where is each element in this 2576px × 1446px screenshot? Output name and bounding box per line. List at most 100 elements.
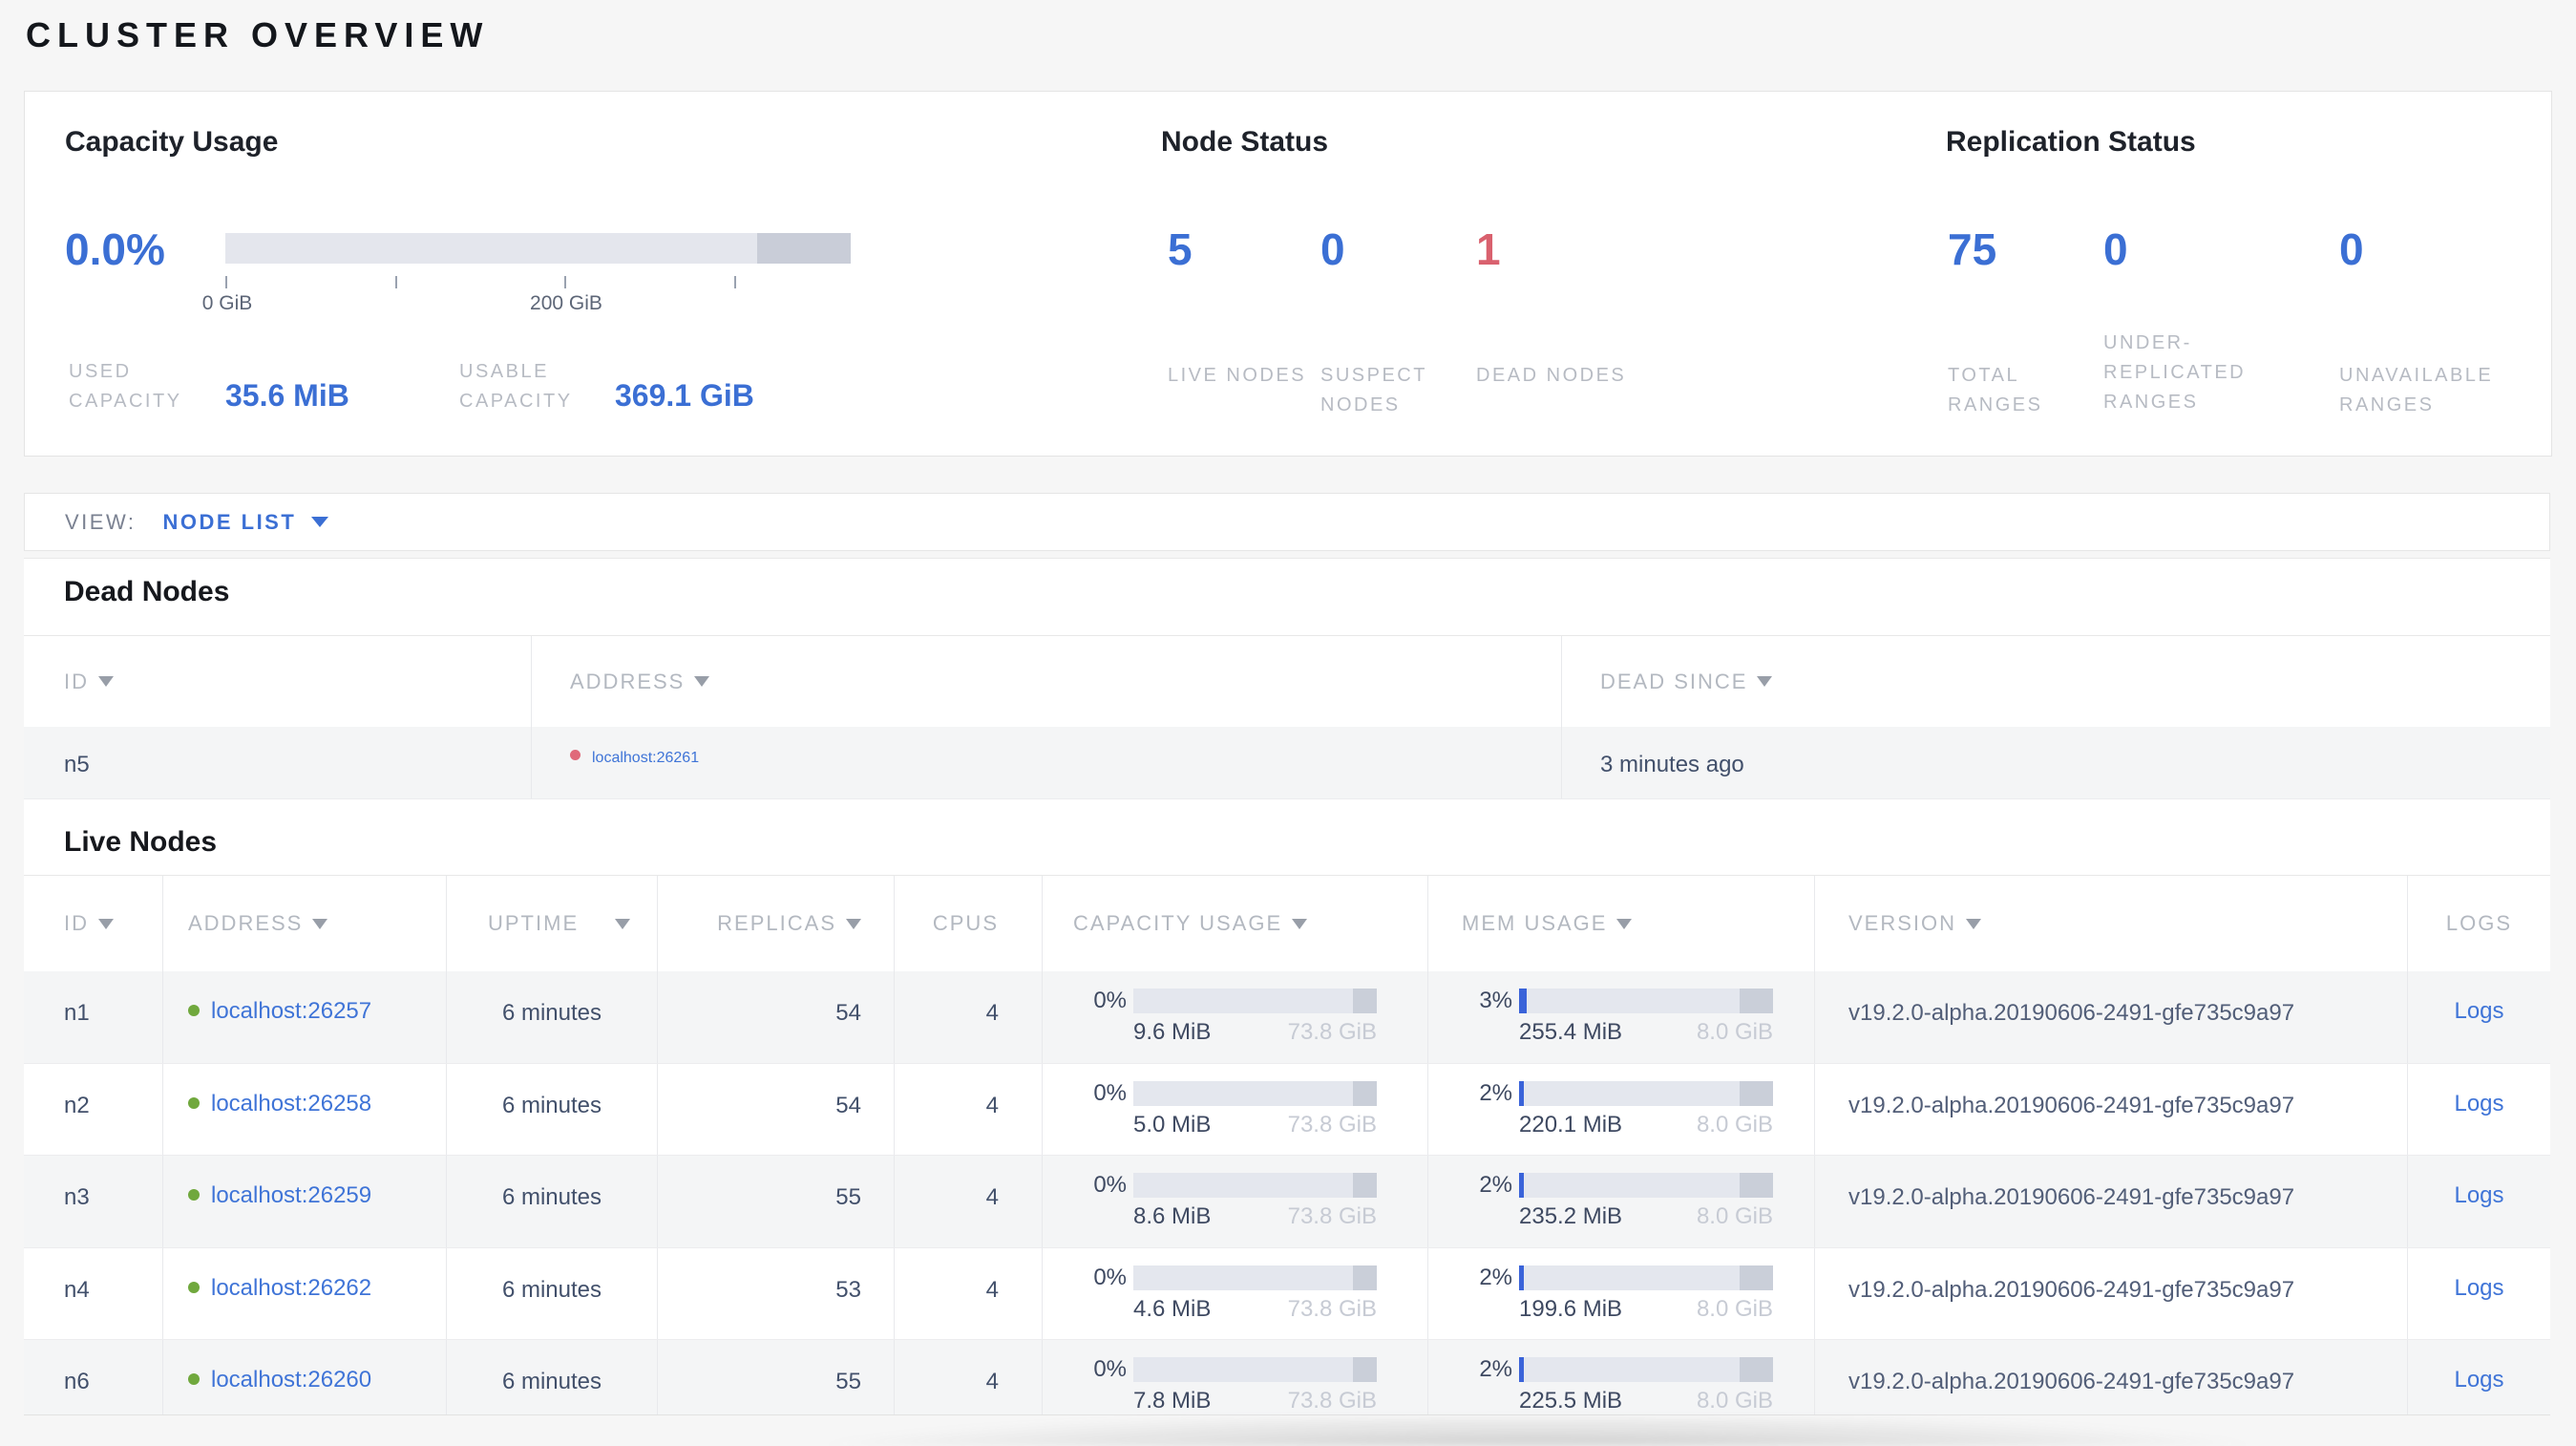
mem-used-segment (1519, 1173, 1525, 1198)
replicas-cell: 55 (657, 1340, 894, 1414)
live-nodes-count: 5 (1168, 224, 1193, 274)
mem-percent-label: 3% (1479, 988, 1512, 1013)
mem-usage-cell: 3% 255.4 MiB 8.0 GiB (1427, 971, 1814, 1063)
node-dead-icon (570, 750, 581, 760)
mem-usage-cell: 2% 220.1 MiB 8.0 GiB (1427, 1063, 1814, 1155)
mem-used-segment (1519, 1357, 1525, 1382)
capacity-usage-bar (1133, 1080, 1377, 1106)
version-cell: v19.2.0-alpha.20190606-2491-gfe735c9a97 (1814, 1247, 2407, 1339)
replication-status-title: Replication Status (1946, 126, 2196, 158)
node-address-cell: localhost:26260 (162, 1340, 446, 1414)
capacity-usage-bar (1133, 1173, 1377, 1198)
view-selector-dropdown[interactable]: NODE LIST (162, 510, 329, 535)
mem-usage-bar (1519, 1080, 1773, 1106)
node-address-link[interactable]: localhost:26261 (592, 750, 699, 766)
under-replicated-label: UNDER-REPLICATED RANGES (2103, 332, 2247, 413)
node-address-link[interactable]: localhost:26260 (211, 1367, 371, 1393)
capacity-used-value: 4.6 MiB (1133, 1295, 1212, 1322)
node-address-cell: localhost:26259 (162, 1156, 446, 1247)
mem-usage-bar (1519, 1357, 1773, 1382)
capacity-usage-cell: 0% 8.6 MiB 73.8 GiB (1042, 1156, 1427, 1247)
sort-desc-icon (1757, 676, 1773, 687)
capacity-total-value: 73.8 GiB (1287, 1019, 1377, 1045)
logs-link[interactable]: Logs (2454, 1275, 2503, 1301)
capacity-usage-bar (1133, 1265, 1377, 1290)
mem-used-value: 235.2 MiB (1519, 1203, 1623, 1229)
capacity-usage-title: Capacity Usage (65, 126, 279, 158)
live-nodes-table: ID ADDRESS UPTIME REPLICAS CPUS CAPACITY… (24, 875, 2550, 1414)
node-address-link[interactable]: localhost:26259 (211, 1182, 371, 1208)
node-address-cell: localhost:26257 (162, 971, 446, 1063)
mem-reserved-segment (1740, 1080, 1773, 1106)
cpus-cell: 4 (894, 971, 1042, 1063)
capacity-total-value: 73.8 GiB (1287, 1111, 1377, 1138)
axis-tick (225, 276, 227, 288)
logs-link[interactable]: Logs (2454, 998, 2503, 1024)
node-live-icon (188, 1096, 200, 1109)
capacity-total-value: 73.8 GiB (1287, 1295, 1377, 1322)
column-header-uptime[interactable]: UPTIME (446, 876, 657, 971)
live-nodes-label: LIVE NODES (1168, 365, 1307, 386)
column-header-version[interactable]: VERSION (1814, 876, 2407, 971)
mem-usage-cell: 2% 199.6 MiB 8.0 GiB (1427, 1247, 1814, 1339)
sort-desc-icon (98, 676, 114, 687)
mem-used-value: 225.5 MiB (1519, 1388, 1623, 1414)
replicas-cell: 55 (657, 1156, 894, 1247)
node-address-link[interactable]: localhost:26258 (211, 1091, 371, 1116)
column-header-capacity-usage[interactable]: CAPACITY USAGE (1042, 876, 1427, 971)
node-address-cell: localhost:26258 (162, 1063, 446, 1155)
capacity-usage-cell: 0% 9.6 MiB 73.8 GiB (1042, 971, 1427, 1063)
node-id-cell: n1 (64, 1000, 90, 1026)
logs-link[interactable]: Logs (2454, 1182, 2503, 1208)
axis-tick-label: 200 GiB (530, 292, 602, 314)
node-id-cell: n2 (64, 1092, 90, 1118)
mem-used-segment (1519, 1265, 1525, 1290)
cpus-cell: 4 (894, 1340, 1042, 1414)
capacity-usage-cell: 0% 4.6 MiB 73.8 GiB (1042, 1247, 1427, 1339)
replicas-cell: 54 (657, 971, 894, 1063)
total-ranges-label: TOTAL RANGES (1948, 365, 2043, 415)
logs-cell: Logs (2407, 1156, 2550, 1247)
column-header-address[interactable]: ADDRESS (162, 876, 446, 971)
mem-reserved-segment (1740, 1265, 1773, 1290)
live-nodes-header-row: ID ADDRESS UPTIME REPLICAS CPUS CAPACITY… (24, 876, 2550, 971)
table-row: n2 localhost:26258 6 minutes 54 4 0% 5.0… (24, 1063, 2550, 1156)
replicas-cell: 54 (657, 1063, 894, 1155)
mem-percent-label: 2% (1479, 1356, 1512, 1382)
mem-used-value: 220.1 MiB (1519, 1111, 1623, 1138)
logs-cell: Logs (2407, 1340, 2550, 1414)
table-row: n1 localhost:26257 6 minutes 54 4 0% 9.6… (24, 971, 2550, 1064)
capacity-percent-label: 0% (1093, 1079, 1127, 1106)
column-header-id[interactable]: ID (24, 876, 162, 971)
column-header-replicas[interactable]: REPLICAS (657, 876, 894, 971)
node-address-link[interactable]: localhost:26257 (211, 998, 371, 1024)
column-header-dead-since[interactable]: DEAD SINCE (1561, 636, 2550, 727)
capacity-percent-label: 0% (1093, 1264, 1127, 1290)
mem-percent-label: 2% (1479, 1079, 1512, 1106)
logs-link[interactable]: Logs (2454, 1091, 2503, 1116)
mem-total-value: 8.0 GiB (1696, 1019, 1773, 1045)
logs-link[interactable]: Logs (2454, 1367, 2503, 1393)
mem-usage-cell: 2% 225.5 MiB 8.0 GiB (1427, 1340, 1814, 1414)
mem-usage-bar (1519, 989, 1773, 1013)
uptime-cell: 6 minutes (446, 1156, 657, 1247)
under-replicated-count: 0 (2103, 224, 2128, 274)
capacity-total-value: 73.8 GiB (1287, 1203, 1377, 1229)
uptime-cell: 6 minutes (446, 971, 657, 1063)
nodes-panel: Dead Nodes ID ADDRESS DEAD SINCE n5 loca… (24, 558, 2550, 1415)
table-row: n4 localhost:26262 6 minutes 53 4 0% 4.6… (24, 1247, 2550, 1340)
replicas-cell: 53 (657, 1247, 894, 1339)
node-live-icon (188, 1005, 200, 1016)
dead-since-cell: 3 minutes ago (1561, 727, 2550, 798)
column-header-mem-usage[interactable]: MEM USAGE (1427, 876, 1814, 971)
column-header-id[interactable]: ID (24, 636, 531, 727)
capacity-reserved-segment (1352, 1265, 1377, 1290)
column-header-address[interactable]: ADDRESS (531, 636, 1561, 727)
axis-tick (564, 276, 566, 288)
cluster-summary-card: Capacity Usage 0.0% 0 GiB 200 GiB USED C… (24, 91, 2552, 457)
dead-nodes-heading: Dead Nodes (64, 576, 230, 607)
table-row: n5 localhost:26261 3 minutes ago (24, 727, 2550, 799)
live-nodes-heading: Live Nodes (64, 826, 218, 858)
column-header-cpus[interactable]: CPUS (894, 876, 1042, 971)
node-address-link[interactable]: localhost:26262 (211, 1275, 371, 1301)
